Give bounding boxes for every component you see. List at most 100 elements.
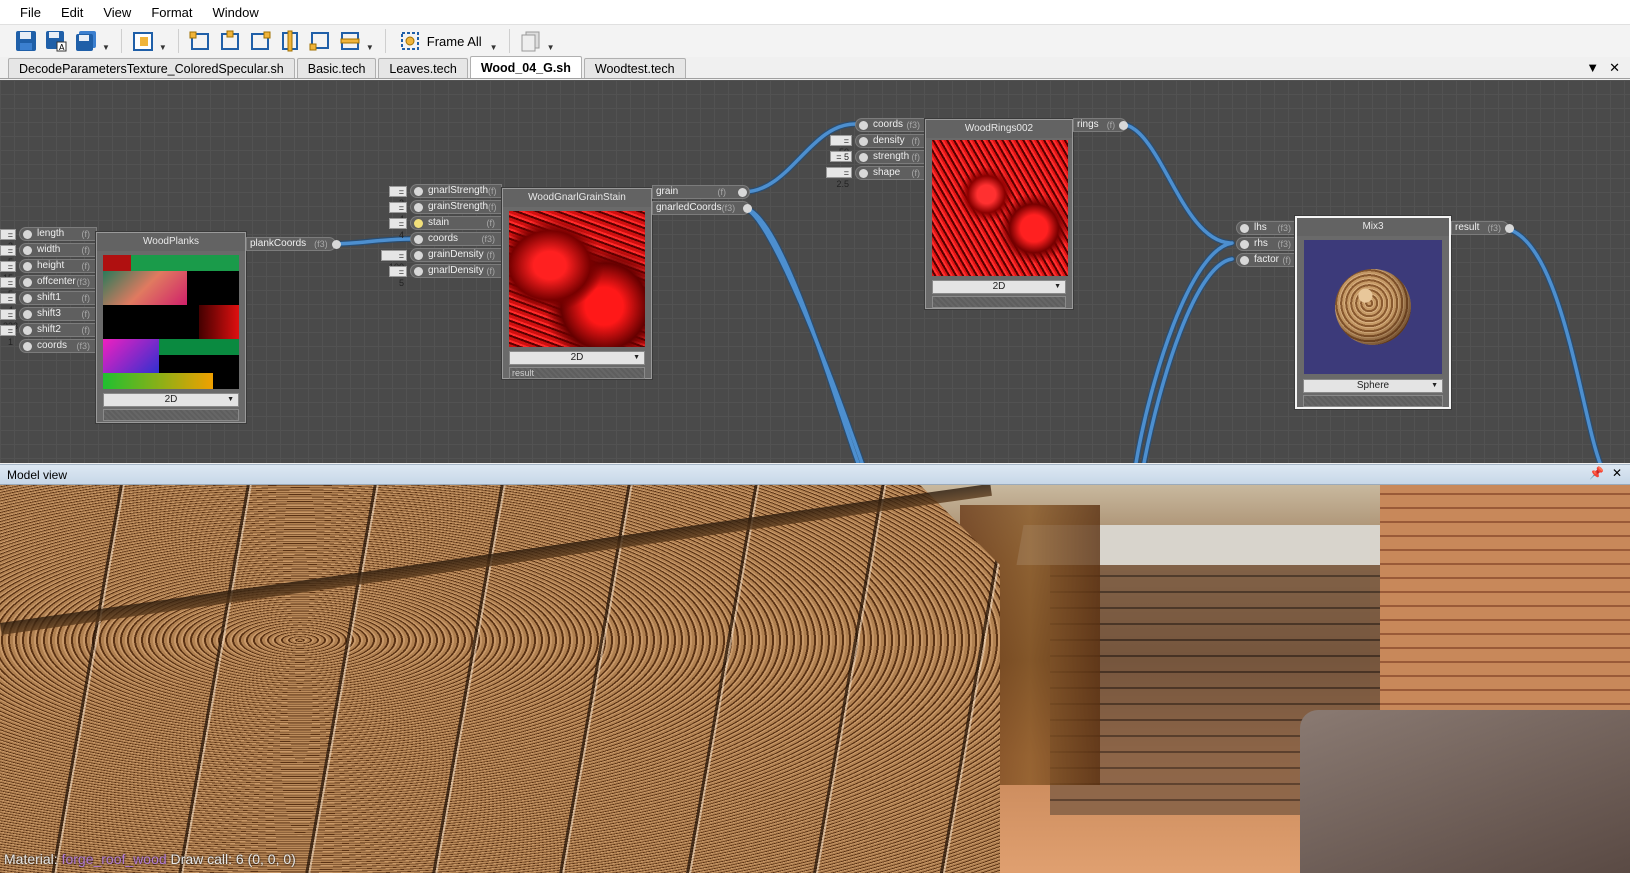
- input-port-strength[interactable]: strength (f): [855, 150, 927, 164]
- port-dot: [414, 186, 423, 196]
- input-value[interactable]: = 5: [389, 266, 407, 288]
- pin-icon[interactable]: 📌: [1589, 466, 1604, 480]
- input-value[interactable]: = 4: [389, 202, 407, 224]
- input-port-length[interactable]: length (f): [19, 227, 97, 241]
- input-port-coords[interactable]: coords (f3): [855, 118, 927, 132]
- output-port-gnarledcoords[interactable]: gnarledCoords (f3): [652, 201, 753, 215]
- preview-mode-dropdown[interactable]: 2D ▼: [509, 351, 645, 365]
- output-port-rings[interactable]: rings (f): [1073, 118, 1129, 132]
- save-as-button[interactable]: A: [42, 28, 70, 54]
- input-value[interactable]: = 4: [389, 218, 407, 240]
- input-value[interactable]: = 15: [0, 261, 16, 283]
- input-value[interactable]: = 2.5: [826, 167, 852, 189]
- input-value[interactable]: = 5: [830, 151, 852, 162]
- menu-format[interactable]: Format: [141, 5, 202, 20]
- input-port-shift3[interactable]: shift3 (f): [19, 307, 97, 321]
- node-woodgnarlgrainstain[interactable]: WoodGnarlGrainStain 2D ▼ result: [502, 188, 652, 379]
- align-bottom-button[interactable]: [306, 28, 334, 54]
- frame-all-button[interactable]: Frame All: [393, 28, 488, 54]
- input-port-density[interactable]: density (f): [855, 134, 927, 148]
- align-top-button[interactable]: [216, 28, 244, 54]
- copy-button[interactable]: [517, 28, 545, 54]
- input-value[interactable]: = 100: [381, 250, 407, 272]
- model-view-title: Model view: [7, 468, 68, 482]
- 3d-viewport[interactable]: Material: forge_roof_wood Draw call: 6 (…: [0, 485, 1630, 873]
- input-port-gnarlstrength[interactable]: gnarlStrength (f): [410, 184, 502, 198]
- node-title: WoodPlanks: [97, 233, 245, 251]
- tab-wood-04-g[interactable]: Wood_04_G.sh: [469, 56, 582, 78]
- distribute-button[interactable]: [336, 28, 364, 54]
- input-port-shape[interactable]: shape (f): [855, 166, 927, 180]
- preview-mode-dropdown[interactable]: Sphere ▼: [1303, 379, 1443, 393]
- node-status-bar: [932, 296, 1066, 308]
- menu-window[interactable]: Window: [202, 5, 268, 20]
- node-preview: [932, 140, 1068, 276]
- port-type: (f3): [906, 120, 921, 130]
- close-icon[interactable]: ✕: [1612, 466, 1622, 480]
- port-type: (f): [1106, 120, 1116, 130]
- chevron-down-icon[interactable]: ▼: [102, 43, 110, 52]
- input-port-coords[interactable]: coords (f3): [410, 232, 502, 246]
- input-value[interactable]: = 5: [0, 277, 16, 299]
- tab-list-icon[interactable]: ▼: [1586, 60, 1599, 76]
- port-dot: [23, 325, 32, 335]
- input-port-grainstrength[interactable]: grainStrength (f): [410, 200, 502, 214]
- menu-file[interactable]: File: [10, 5, 51, 20]
- port-name: rings: [1077, 119, 1099, 130]
- input-port-shift1[interactable]: shift1 (f): [19, 291, 97, 305]
- close-icon[interactable]: ✕: [1609, 60, 1620, 76]
- port-dot: [414, 250, 423, 260]
- chevron-down-icon[interactable]: ▼: [490, 43, 498, 52]
- node-mix3[interactable]: Mix3 Sphere ▼: [1295, 216, 1451, 409]
- input-value[interactable]: = 333: [0, 309, 18, 331]
- input-port-stain[interactable]: stain (f): [410, 216, 502, 230]
- port-name: grainDensity: [428, 249, 484, 260]
- align-center-button[interactable]: [276, 28, 304, 54]
- node-title: Mix3: [1297, 218, 1449, 236]
- node-woodrings002[interactable]: WoodRings002 2D ▼: [925, 119, 1073, 309]
- chevron-down-icon[interactable]: ▼: [547, 43, 555, 52]
- output-port-result[interactable]: result (f3): [1451, 221, 1514, 235]
- input-value[interactable]: = 2: [0, 229, 16, 251]
- input-port-rhs[interactable]: rhs (f3): [1236, 237, 1298, 251]
- input-port-shift2[interactable]: shift2 (f): [19, 323, 97, 337]
- preview-mode-dropdown[interactable]: 2D ▼: [103, 393, 239, 407]
- input-port-coords[interactable]: coords (f3): [19, 339, 97, 353]
- input-port-graindensity[interactable]: grainDensity (f): [410, 248, 502, 262]
- save-button[interactable]: [12, 28, 40, 54]
- open-button[interactable]: [129, 28, 157, 54]
- input-value[interactable]: = 4: [0, 293, 16, 315]
- port-type: (f): [911, 152, 921, 162]
- node-status-bar: [1303, 395, 1443, 407]
- port-type: (f3): [76, 341, 91, 351]
- input-value[interactable]: = 2: [389, 186, 407, 208]
- input-port-factor[interactable]: factor (f): [1236, 253, 1298, 267]
- align-right-button[interactable]: [246, 28, 274, 54]
- output-port-plankcoords[interactable]: plankCoords (f3): [246, 237, 341, 251]
- preview-mode-dropdown[interactable]: 2D ▼: [932, 280, 1066, 294]
- input-value[interactable]: = 1: [0, 325, 16, 347]
- input-port-offcenter[interactable]: offcenter (f3): [19, 275, 97, 289]
- align-right-icon: [250, 31, 271, 50]
- tab-basic[interactable]: Basic.tech: [296, 58, 377, 78]
- node-graph-canvas[interactable]: = 2 = 5 = 15 = 5 = 4 = 333 = 1 length (f)…: [0, 80, 1630, 463]
- tab-leaves[interactable]: Leaves.tech: [378, 58, 468, 78]
- node-woodplanks[interactable]: WoodPlanks 2D ▼: [96, 232, 246, 423]
- input-value[interactable]: = 50: [830, 135, 852, 157]
- chevron-down-icon[interactable]: ▼: [159, 43, 167, 52]
- output-port-grain[interactable]: grain (f): [652, 185, 750, 199]
- status-line: Material: forge_roof_wood Draw call: 6 (…: [4, 851, 296, 867]
- save-all-button[interactable]: [72, 28, 100, 54]
- input-port-width[interactable]: width (f): [19, 243, 97, 257]
- align-left-button[interactable]: [186, 28, 214, 54]
- dropdown-value: 2D: [570, 352, 584, 363]
- input-port-height[interactable]: height (f): [19, 259, 97, 273]
- menu-view[interactable]: View: [93, 5, 141, 20]
- input-port-lhs[interactable]: lhs (f3): [1236, 221, 1298, 235]
- menu-edit[interactable]: Edit: [51, 5, 93, 20]
- tab-woodtest[interactable]: Woodtest.tech: [583, 58, 686, 78]
- chevron-down-icon[interactable]: ▼: [366, 43, 374, 52]
- input-value[interactable]: = 5: [0, 245, 16, 267]
- input-port-gnarldensity[interactable]: gnarlDensity (f): [410, 264, 502, 278]
- tab-decodeparameters[interactable]: DecodeParametersTexture_ColoredSpecular.…: [8, 58, 295, 78]
